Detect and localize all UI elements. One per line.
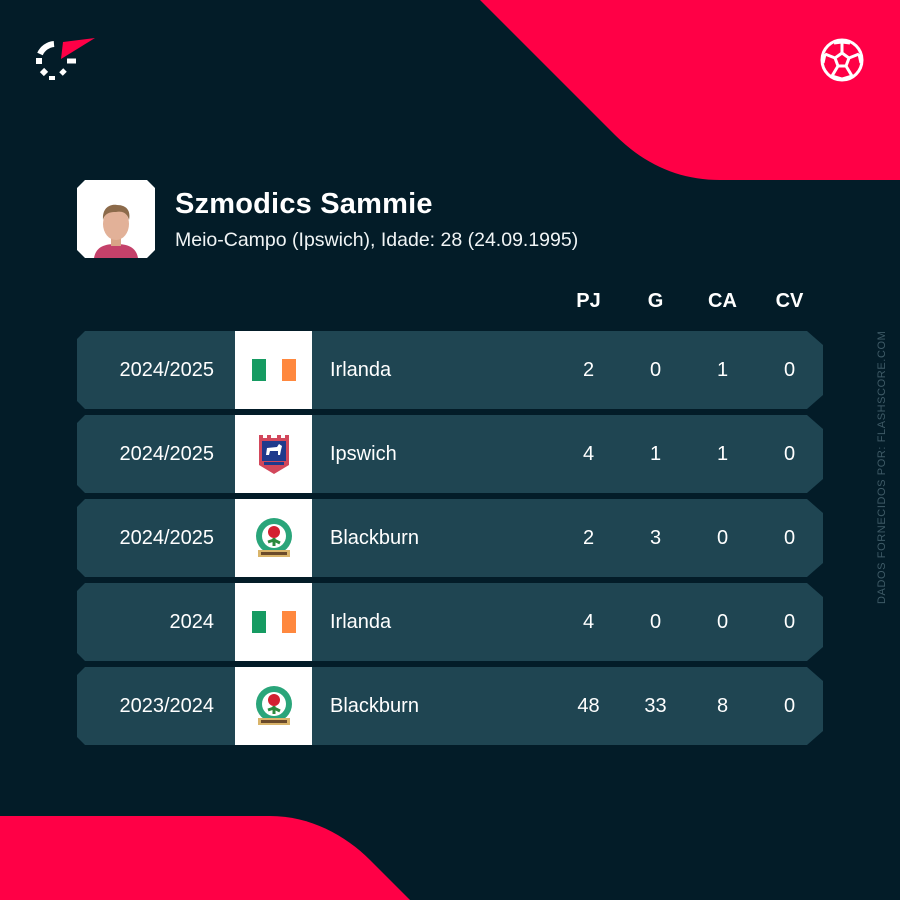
- bottom-accent-shape: [0, 816, 410, 900]
- stat-pj: 2: [582, 359, 595, 381]
- team-logo: [235, 499, 312, 577]
- season: 2023/2024: [119, 695, 214, 717]
- table-row: 2024 Irlanda 4 0 0 0: [77, 583, 823, 661]
- stat-g: 1: [649, 443, 662, 465]
- stat-ca: 0: [716, 527, 729, 549]
- team-name: Irlanda: [330, 359, 392, 381]
- table-row: 2024/2025 Irlanda 2 0 1 0: [77, 331, 823, 409]
- season: 2024/2025: [119, 443, 214, 465]
- team-name: Ipswich: [330, 443, 397, 465]
- team-name: Blackburn: [330, 695, 419, 717]
- player-avatar: [77, 180, 155, 258]
- top-accent-shape: [480, 0, 900, 180]
- ireland-flag-icon: [251, 359, 296, 381]
- stat-pj: 4: [582, 611, 595, 633]
- stat-g: 0: [649, 611, 662, 633]
- soccer-ball-icon: [820, 38, 864, 82]
- team-logo: [235, 331, 312, 409]
- season: 2024/2025: [119, 359, 214, 381]
- column-header-ca: CA: [708, 290, 737, 312]
- data-credit: DADOS FORNECIDOS POR: FLASHSCORE.COM: [876, 330, 888, 604]
- stat-cv: 0: [783, 611, 796, 633]
- stat-g: 33: [644, 695, 667, 717]
- stats-table: 2024/2025 Irlanda 2 0 1 0 2024/2025 Ipsw…: [77, 331, 823, 751]
- stat-pj: 2: [582, 527, 595, 549]
- column-header-cv: CV: [775, 290, 804, 312]
- column-header-pj: PJ: [576, 290, 601, 312]
- stat-cv: 0: [783, 527, 796, 549]
- ipswich-crest-icon: [258, 435, 289, 474]
- player-header: Szmodics Sammie Meio-Campo (Ipswich), Id…: [77, 179, 578, 259]
- column-headers: PJ G CA CV: [555, 290, 823, 316]
- player-name: Szmodics Sammie: [175, 187, 433, 220]
- team-name: Blackburn: [330, 527, 419, 549]
- stat-pj: 48: [577, 695, 600, 717]
- flashscore-logo-icon: [36, 38, 95, 80]
- column-header-g: G: [647, 290, 664, 312]
- season: 2024: [169, 611, 215, 633]
- table-row: 2023/2024 Blackburn 48 33 8 0: [77, 667, 823, 745]
- stat-g: 3: [649, 527, 662, 549]
- stat-ca: 1: [716, 359, 729, 381]
- blackburn-crest-icon: [255, 518, 292, 557]
- table-row: 2024/2025 Blackburn 2 3 0 0: [77, 499, 823, 577]
- team-logo: [235, 415, 312, 493]
- stat-pj: 4: [582, 443, 595, 465]
- player-photo-icon: [94, 204, 138, 258]
- stat-ca: 8: [716, 695, 729, 717]
- stat-cv: 0: [783, 359, 796, 381]
- stat-cv: 0: [783, 443, 796, 465]
- table-row: 2024/2025 Ipswich 4 1 1 0: [77, 415, 823, 493]
- season: 2024/2025: [119, 527, 214, 549]
- stat-ca: 0: [716, 611, 729, 633]
- team-logo: [235, 583, 312, 661]
- stat-g: 0: [649, 359, 662, 381]
- ireland-flag-icon: [251, 611, 296, 633]
- stat-cv: 0: [783, 695, 796, 717]
- team-name: Irlanda: [330, 611, 392, 633]
- player-info: Meio-Campo (Ipswich), Idade: 28 (24.09.1…: [175, 228, 579, 251]
- team-logo: [235, 667, 312, 745]
- stat-ca: 1: [716, 443, 729, 465]
- blackburn-crest-icon: [255, 686, 292, 725]
